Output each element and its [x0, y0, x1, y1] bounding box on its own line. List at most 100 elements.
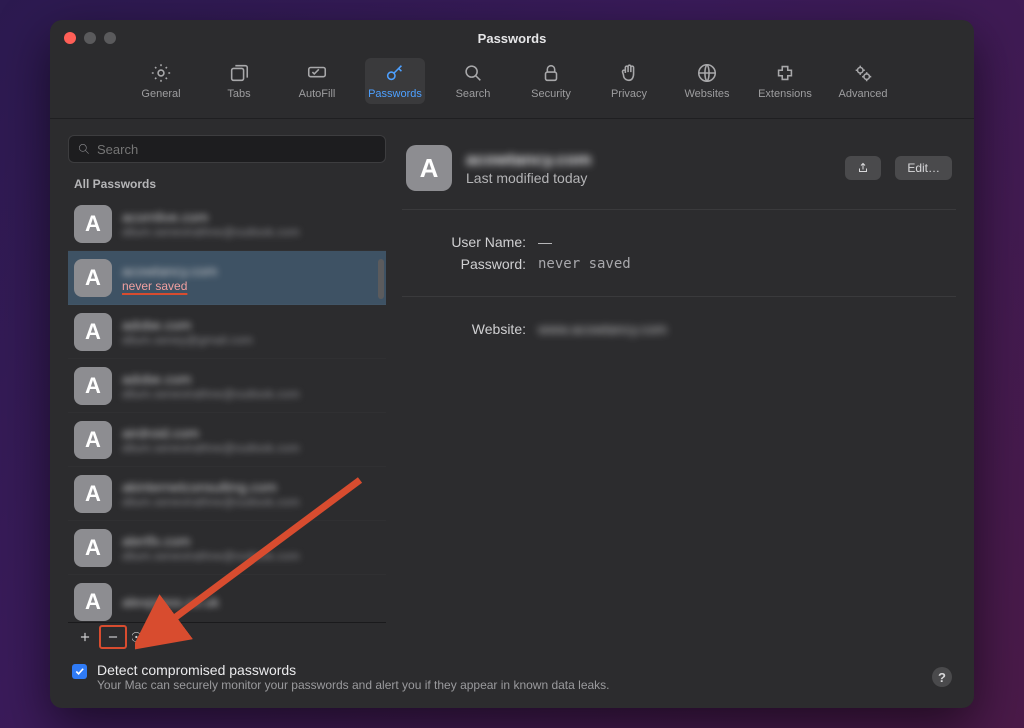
password-list[interactable]: Aacornlive.comdilum.senevirathne@outlook… [68, 197, 386, 622]
list-item-site: alexpress.co.uk [122, 594, 380, 610]
list-avatar: A [74, 367, 112, 405]
list-item-sub: never saved [122, 279, 380, 293]
list-item[interactable]: Aakinternetconsulting.comdilum.senevirat… [68, 467, 386, 521]
tab-label: Advanced [839, 88, 888, 100]
detail-website: Website: www.acowtancy.com [402, 297, 956, 361]
preferences-toolbar: General Tabs AutoFill Passwords Search S… [50, 50, 974, 119]
list-footer-bar [68, 622, 386, 650]
key-icon [384, 62, 406, 84]
search-icon [77, 142, 91, 156]
lock-icon [540, 62, 562, 84]
checkbox-description: Your Mac can securely monitor your passw… [97, 678, 922, 692]
list-avatar: A [74, 475, 112, 513]
list-avatar: A [74, 421, 112, 459]
window-footer: Detect compromised passwords Your Mac ca… [50, 650, 974, 708]
field-value[interactable]: never saved [538, 256, 952, 272]
list-header: All Passwords [68, 171, 386, 197]
detail-panel: A acowtancy.com Last modified today Edit… [402, 135, 956, 650]
search-field[interactable] [68, 135, 386, 163]
more-button[interactable] [128, 626, 154, 648]
list-item-site: acowtancy.com [122, 263, 380, 279]
tab-general[interactable]: General [131, 58, 191, 104]
tab-label: Tabs [227, 88, 250, 100]
extensions-icon [774, 62, 796, 84]
list-avatar: A [74, 313, 112, 351]
detect-checkbox[interactable] [72, 664, 87, 679]
minimize-window-icon[interactable] [84, 32, 96, 44]
tab-label: Websites [684, 88, 729, 100]
list-item[interactable]: Aadobe.comdilum.senevirathne@outlook.com [68, 359, 386, 413]
preferences-window: Passwords General Tabs AutoFill Password… [50, 20, 974, 708]
title-bar: Passwords [50, 20, 974, 50]
tab-autofill[interactable]: AutoFill [287, 58, 347, 104]
field-label: Website: [406, 321, 526, 337]
check-icon [74, 666, 85, 677]
list-item-site: adobe.com [122, 317, 380, 333]
tab-label: AutoFill [299, 88, 336, 100]
list-item-site: airdroid.com [122, 425, 380, 441]
list-item-sub: dilum.senevirathne@outlook.com [122, 549, 380, 563]
tab-security[interactable]: Security [521, 58, 581, 104]
sidebar-panel: All Passwords Aacornlive.comdilum.senevi… [68, 135, 386, 650]
field-password: Password: never saved [406, 256, 952, 272]
checkbox-label: Detect compromised passwords [97, 662, 922, 678]
search-input[interactable] [97, 142, 377, 157]
list-item-sub: dilum.senevirathne@outlook.com [122, 225, 380, 239]
list-item[interactable]: Aalertfx.comdilum.senevirathne@outlook.c… [68, 521, 386, 575]
list-item-site: alertfx.com [122, 533, 380, 549]
remove-button[interactable] [100, 626, 126, 648]
share-button[interactable] [845, 156, 881, 180]
zoom-window-icon[interactable] [104, 32, 116, 44]
edit-button[interactable]: Edit… [895, 156, 952, 180]
list-item[interactable]: Aairdroid.comdilum.senevirathne@outlook.… [68, 413, 386, 467]
tab-tabs[interactable]: Tabs [209, 58, 269, 104]
add-button[interactable] [72, 626, 98, 648]
list-item[interactable]: Aacornlive.comdilum.senevirathne@outlook… [68, 197, 386, 251]
tab-label: Passwords [368, 88, 422, 100]
field-value[interactable]: www.acowtancy.com [538, 321, 952, 337]
window-controls [64, 32, 116, 44]
list-item[interactable]: Aalexpress.co.uk [68, 575, 386, 622]
tab-extensions[interactable]: Extensions [755, 58, 815, 104]
tab-privacy[interactable]: Privacy [599, 58, 659, 104]
gear-icon [150, 62, 172, 84]
more-icon [132, 630, 150, 644]
list-item[interactable]: Aadobe.comdilum.seney@gmail.com [68, 305, 386, 359]
content-body: All Passwords Aacornlive.comdilum.senevi… [50, 119, 974, 650]
search-icon [462, 62, 484, 84]
list-item-site: acornlive.com [122, 209, 380, 225]
autofill-icon [306, 62, 328, 84]
globe-icon [696, 62, 718, 84]
hand-icon [618, 62, 640, 84]
tabs-icon [228, 62, 250, 84]
help-button[interactable]: ? [932, 667, 952, 687]
tab-label: General [141, 88, 180, 100]
field-value[interactable]: — [538, 234, 952, 250]
list-item-site: adobe.com [122, 371, 380, 387]
list-item-sub: dilum.senevirathne@outlook.com [122, 441, 380, 455]
tab-label: Privacy [611, 88, 647, 100]
tab-websites[interactable]: Websites [677, 58, 737, 104]
list-avatar: A [74, 205, 112, 243]
list-item[interactable]: Aacowtancy.comnever saved [68, 251, 386, 305]
tab-label: Search [456, 88, 491, 100]
list-item-site: akinternetconsulting.com [122, 479, 380, 495]
field-username: User Name: — [406, 234, 952, 250]
tab-advanced[interactable]: Advanced [833, 58, 893, 104]
detail-header: A acowtancy.com Last modified today Edit… [402, 135, 956, 210]
field-website: Website: www.acowtancy.com [406, 321, 952, 337]
detail-title: acowtancy.com [466, 150, 831, 170]
tab-label: Security [531, 88, 571, 100]
list-item-sub: dilum.seney@gmail.com [122, 333, 380, 347]
gears-icon [852, 62, 874, 84]
list-item-sub: dilum.senevirathne@outlook.com [122, 387, 380, 401]
close-window-icon[interactable] [64, 32, 76, 44]
plus-icon [78, 630, 92, 644]
list-avatar: A [74, 583, 112, 621]
list-avatar: A [74, 259, 112, 297]
detail-avatar: A [406, 145, 452, 191]
tab-search[interactable]: Search [443, 58, 503, 104]
tab-passwords[interactable]: Passwords [365, 58, 425, 104]
tab-label: Extensions [758, 88, 812, 100]
detail-fields: User Name: — Password: never saved [402, 210, 956, 297]
